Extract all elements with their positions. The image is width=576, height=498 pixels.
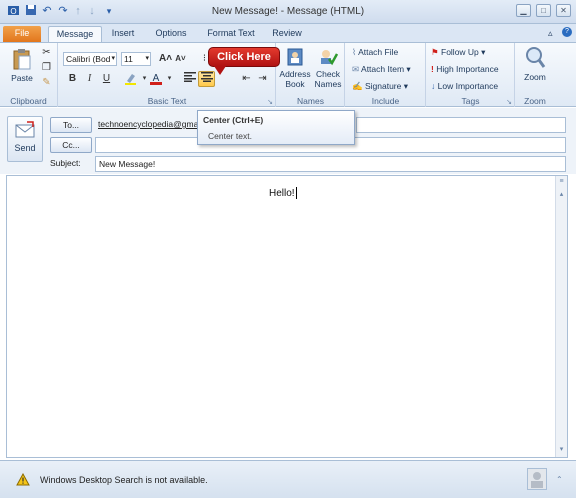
subject-field[interactable]: New Message! (95, 156, 566, 172)
tab-file[interactable]: File (3, 26, 41, 42)
address-book-label-2: Book (285, 79, 305, 89)
chevron-down-icon[interactable]: ▾ (162, 72, 177, 86)
title-bar: O ↶ ↷ ↑ ↓ ▾ New Message! - Message (HTML… (0, 0, 576, 24)
attach-item-button[interactable]: ✉ Attach Item ▾ (352, 64, 411, 75)
send-icon (15, 121, 35, 138)
zoom-group: Zoom Zoom (516, 43, 554, 107)
check-names-icon (321, 50, 339, 66)
check-names-button[interactable]: Check Names (313, 47, 343, 89)
close-icon[interactable]: ✕ (556, 4, 571, 17)
message-body[interactable]: Hello! (6, 175, 568, 458)
ruler-icon[interactable]: ≡ (556, 178, 567, 188)
status-bar: Windows Desktop Search is not available.… (0, 460, 576, 498)
basic-text-group-label: Basic Text (147, 96, 187, 106)
italic-button[interactable]: I (82, 72, 97, 86)
paste-label: Paste (11, 73, 33, 83)
zoom-button[interactable]: Zoom (519, 46, 551, 82)
text-caret (296, 187, 297, 199)
zoom-group-label: Zoom (524, 96, 546, 106)
tab-format-text[interactable]: Format Text (203, 26, 259, 42)
status-message: Windows Desktop Search is not available. (40, 475, 208, 485)
magnifier-icon (526, 47, 546, 68)
increase-indent-icon[interactable]: ⇥ (255, 72, 270, 86)
shrink-font-button[interactable]: A˅ (173, 52, 188, 66)
avatar[interactable] (527, 468, 547, 490)
to-field[interactable]: technoencyclopedia@gmail.c (95, 117, 209, 133)
paperclip-icon: ⌇ (352, 47, 357, 57)
clipboard-group-label: Clipboard (10, 96, 47, 106)
zoom-button-label: Zoom (524, 72, 546, 82)
ribbon: Paste ✂ ❐ ✎ Clipboard Calibri (Bod ▾ 11 ▾ … (0, 42, 576, 107)
tab-review[interactable]: Review (268, 26, 306, 42)
send-button[interactable]: Send (7, 116, 43, 162)
dialog-launcher-icon[interactable]: ↘ (267, 98, 273, 106)
maximize-icon[interactable]: □ (536, 4, 551, 17)
click-here-callout: Click Here (208, 47, 280, 67)
chevron-down-icon: ▾ (145, 55, 149, 62)
tooltip-description: Center text. (208, 131, 252, 141)
warning-icon (16, 472, 30, 488)
highlight-icon[interactable] (123, 72, 138, 86)
scroll-up-icon[interactable]: ▴ (556, 190, 567, 200)
body-text: Hello! (269, 188, 295, 199)
underline-button[interactable]: U (99, 72, 114, 86)
signature-button[interactable]: ✍ Signature ▾ (352, 81, 408, 92)
grow-font-button[interactable]: A˄ (158, 52, 173, 66)
tags-group-label: Tags (461, 96, 480, 106)
exclamation-icon: ! (431, 64, 434, 74)
flag-icon: ⚑ (431, 47, 439, 57)
callout-tail (214, 66, 226, 75)
check-names-label-2: Names (314, 79, 342, 89)
body-scrollbar[interactable]: ≡ ▴ ▾ (555, 176, 567, 457)
names-group-label: Names (297, 96, 324, 106)
format-painter-icon[interactable]: ✎ (39, 76, 54, 90)
tab-options[interactable]: Options (150, 26, 192, 42)
align-left-icon[interactable] (182, 72, 197, 86)
to-button[interactable]: To... (50, 117, 92, 133)
subject-label: Subject: (50, 158, 81, 168)
window-title: New Message! - Message (HTML) (211, 6, 365, 17)
include-group-label: Include (371, 96, 400, 106)
check-names-label-1: Check (315, 69, 341, 79)
center-tooltip: Center (Ctrl+E) Center text. (197, 110, 355, 145)
help-icon[interactable]: ? (562, 27, 572, 37)
paste-button[interactable]: Paste (6, 47, 38, 83)
center-align-button[interactable] (198, 71, 215, 87)
include-group: ⌇ Attach File ✉ Attach Item ▾ ✍ Signatur… (346, 43, 426, 107)
follow-up-button[interactable]: ⚑ Follow Up ▾ (431, 47, 485, 58)
cc-button[interactable]: Cc... (50, 137, 92, 153)
envelope-icon: ✉ (352, 64, 360, 74)
address-book-icon (287, 48, 303, 66)
tab-insert[interactable]: Insert (108, 26, 138, 42)
tooltip-title: Center (Ctrl+E) (203, 115, 264, 125)
font-name-dropdown[interactable]: Calibri (Bod ▾ (63, 52, 117, 66)
clipboard-group: Paste ✂ ❐ ✎ Clipboard (0, 43, 58, 107)
bold-button[interactable]: B (65, 72, 80, 86)
ribbon-tabs: File Message Insert Options Format Text … (0, 24, 576, 42)
to-field-remainder[interactable] (356, 117, 566, 133)
expand-people-pane-icon[interactable]: ⌃ (556, 475, 563, 484)
decrease-indent-icon[interactable]: ⇤ (239, 72, 254, 86)
signature-icon: ✍ (352, 81, 363, 91)
minimize-icon[interactable]: ▁ (516, 4, 531, 17)
chevron-down-icon: ▾ (111, 55, 115, 62)
dialog-launcher-icon[interactable]: ↘ (506, 98, 512, 106)
paste-icon (13, 49, 31, 70)
font-color-icon[interactable]: A (148, 72, 163, 86)
scroll-down-icon[interactable]: ▾ (556, 445, 567, 455)
cut-icon[interactable]: ✂ (39, 46, 54, 60)
high-importance-button[interactable]: ! High Importance (431, 64, 499, 74)
tab-message[interactable]: Message (48, 26, 102, 42)
copy-icon[interactable]: ❐ (39, 61, 54, 75)
font-size-dropdown[interactable]: 11 ▾ (121, 52, 151, 66)
address-book-button[interactable]: Address Book (279, 47, 311, 89)
low-importance-button[interactable]: ↓ Low Importance (431, 81, 498, 91)
attach-file-button[interactable]: ⌇ Attach File (352, 47, 398, 58)
names-group: Address Book Check Names Names (277, 43, 345, 107)
down-arrow-icon: ↓ (431, 81, 436, 91)
send-label: Send (14, 143, 36, 153)
tags-group: ⚑ Follow Up ▾ ! High Importance ↓ Low Im… (427, 43, 515, 107)
address-book-label-1: Address (279, 69, 311, 79)
minimize-ribbon-icon[interactable]: ▵ (548, 28, 553, 39)
